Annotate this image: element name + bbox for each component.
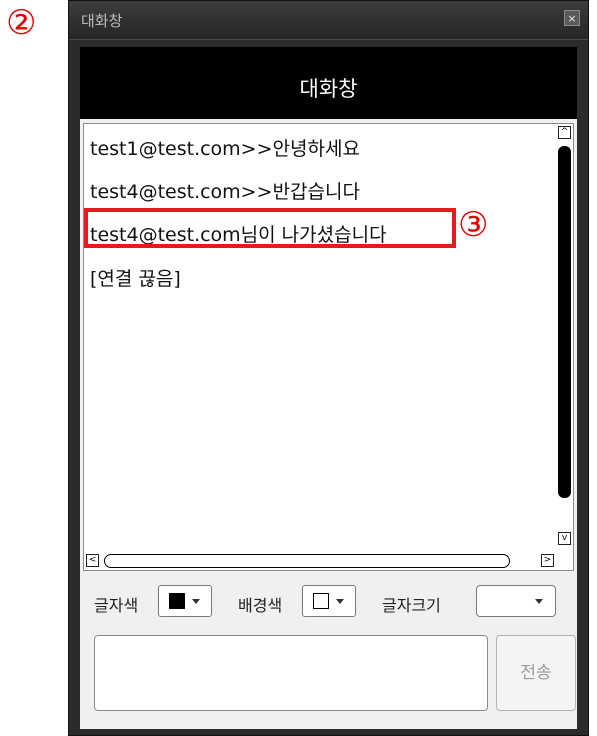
chevron-down-icon: [336, 599, 344, 604]
title-bar[interactable]: 대화창 ×: [69, 1, 588, 40]
chat-panel: 대화창 test1@test.com>>안녕하세요 test4@test.com…: [80, 47, 577, 729]
font-size-select[interactable]: [476, 585, 556, 617]
message-item: [연결 끊음]: [90, 268, 181, 290]
font-color-button[interactable]: [158, 585, 212, 617]
scroll-down-icon[interactable]: v: [558, 532, 571, 545]
window-title: 대화창: [81, 12, 123, 30]
scroll-left-icon[interactable]: <: [86, 554, 99, 567]
annotation-number-3: ③: [458, 205, 489, 245]
message-input[interactable]: [94, 635, 488, 711]
message-item: test4@test.com>>반갑습니다: [90, 181, 360, 203]
bg-color-button[interactable]: [302, 585, 356, 617]
chevron-down-icon: [535, 599, 543, 604]
scroll-right-icon[interactable]: >: [541, 554, 554, 567]
chat-header: 대화창: [80, 47, 577, 119]
chevron-down-icon: [192, 599, 200, 604]
font-color-swatch: [169, 593, 185, 609]
send-button[interactable]: 전송: [496, 635, 576, 711]
font-color-label: 글자색: [94, 596, 139, 615]
message-item: test1@test.com>>안녕하세요: [90, 138, 360, 160]
scroll-up-icon[interactable]: ^: [558, 126, 571, 139]
vertical-scroll-thumb[interactable]: [558, 146, 571, 498]
chat-header-title: 대화창: [299, 77, 358, 101]
highlight-box: [84, 208, 456, 248]
message-area[interactable]: test1@test.com>>안녕하세요 test4@test.com>>반갑…: [83, 123, 574, 571]
annotation-number-2: ②: [6, 3, 37, 43]
bg-color-swatch: [313, 593, 329, 609]
vertical-scrollbar[interactable]: ^ v: [558, 126, 571, 546]
horizontal-scroll-thumb[interactable]: [104, 554, 510, 568]
font-size-label: 글자크기: [382, 596, 441, 615]
chat-window: 대화창 × 대화창 test1@test.com>>안녕하세요 test4@te…: [68, 0, 589, 736]
bg-color-label: 배경색: [238, 596, 283, 615]
close-icon[interactable]: ×: [564, 10, 580, 26]
horizontal-scrollbar[interactable]: < >: [86, 554, 556, 568]
format-toolbar: 글자색 배경색 글자크기: [80, 582, 577, 622]
